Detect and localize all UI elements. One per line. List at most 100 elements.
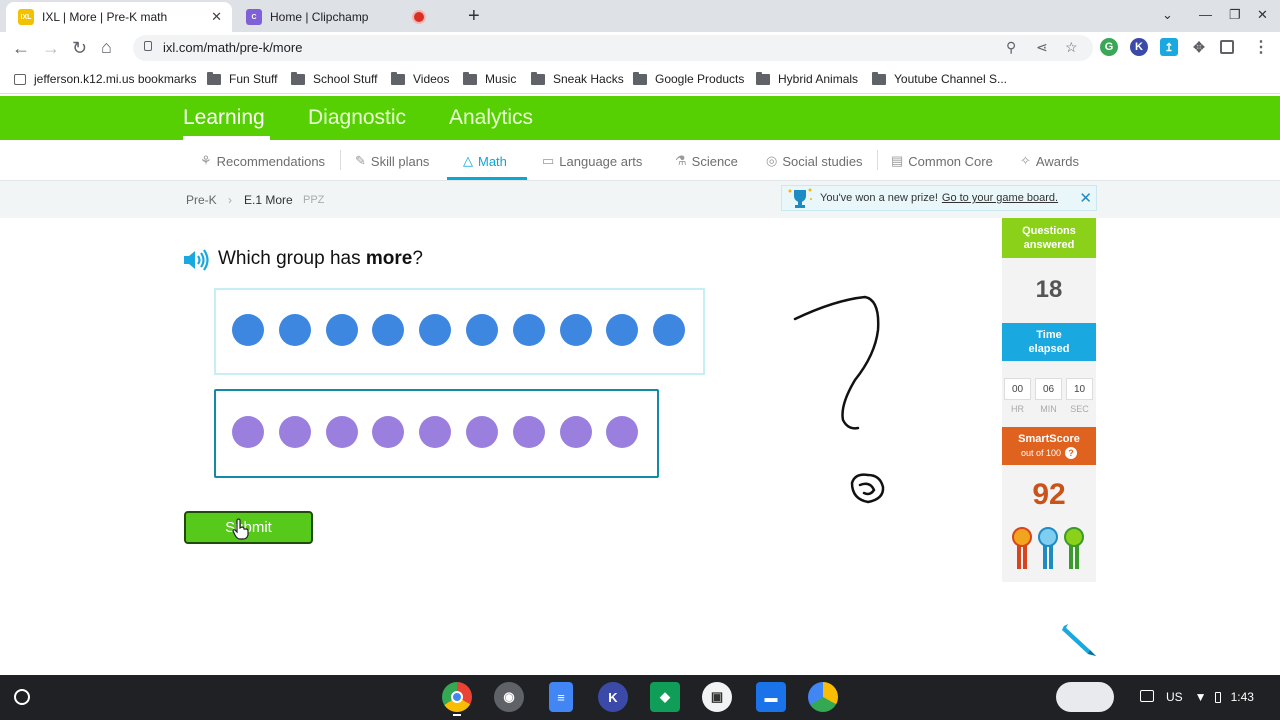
book-icon: ▭: [542, 153, 555, 168]
status-tray[interactable]: US ▼ 1:43: [1166, 683, 1254, 711]
pencil-icon[interactable]: [1058, 620, 1100, 660]
counting-dot: [512, 416, 545, 448]
nav-learning[interactable]: Learning: [183, 106, 265, 130]
tab-clipchamp[interactable]: C Home | Clipchamp: [234, 2, 454, 32]
location-icon[interactable]: ⚲: [1006, 39, 1016, 56]
subnav-awards[interactable]: ✧ Awards: [1020, 153, 1079, 169]
extensions-puzzle-icon[interactable]: ✥: [1190, 38, 1208, 56]
bookmark-label: Hybrid Animals: [778, 72, 859, 86]
close-window-button[interactable]: ✕: [1257, 7, 1268, 23]
answer-group-blue[interactable]: [214, 288, 705, 375]
questions-answered-value: 18: [1035, 276, 1063, 303]
counting-dot: [559, 314, 592, 346]
bookmark-music[interactable]: Music: [463, 71, 516, 86]
bookmark-fun-stuff[interactable]: Fun Stuff: [207, 71, 277, 86]
divider: [340, 150, 341, 170]
holding-space-tray[interactable]: [1056, 682, 1114, 712]
hand-cursor-icon: [232, 518, 249, 540]
bookmark-sneak-hacks[interactable]: Sneak Hacks: [531, 71, 624, 86]
bookmarks-grid-icon: [14, 73, 26, 85]
nav-analytics[interactable]: Analytics: [449, 106, 533, 130]
extension-blue-icon[interactable]: ↥: [1160, 38, 1178, 56]
subnav-math[interactable]: △ Math: [463, 153, 507, 169]
question-emphasis: more: [365, 248, 413, 269]
restore-button[interactable]: ❐: [1229, 7, 1241, 23]
tab-search-icon[interactable]: ⌄: [1162, 7, 1173, 23]
folder-icon: [207, 71, 221, 85]
clipchamp-favicon-icon: C: [246, 9, 262, 25]
clipboard-icon[interactable]: [1140, 690, 1154, 702]
bookmark-hybrid-animals[interactable]: Hybrid Animals: [756, 71, 859, 86]
recording-indicator-icon: [414, 12, 424, 22]
tab-ixl[interactable]: IXL IXL | More | Pre-K math ✕: [6, 2, 232, 32]
photos-app-icon[interactable]: ▣: [702, 682, 732, 712]
subnav-recommendations[interactable]: ⚘ Recommendations: [200, 153, 325, 169]
answer-group-purple[interactable]: [214, 389, 659, 478]
trophy-icon: [788, 188, 812, 208]
chrome-app-icon[interactable]: [442, 682, 472, 712]
seconds-label: SEC: [1070, 404, 1089, 414]
subnav-label: Language arts: [559, 153, 643, 169]
game-board-link[interactable]: Go to your game board.: [942, 192, 1058, 204]
reload-button[interactable]: ↻: [72, 38, 87, 58]
green-ribbon: [1064, 527, 1084, 569]
launcher-icon[interactable]: [14, 689, 30, 705]
folder-icon: [463, 71, 477, 85]
smartscore-subtitle: out of 100?: [1020, 446, 1078, 460]
subnav-label: Science: [691, 153, 738, 169]
nav-diagnostic[interactable]: Diagnostic: [308, 106, 406, 130]
close-tab-icon[interactable]: ✕: [211, 9, 222, 25]
kami-extension-icon[interactable]: K: [1130, 38, 1148, 56]
clock: 1:43: [1230, 690, 1254, 704]
menu-icon[interactable]: ⋮: [1252, 38, 1270, 56]
share-icon[interactable]: ⋖: [1036, 39, 1048, 56]
new-tab-button[interactable]: +: [468, 6, 480, 26]
subnav-social-studies[interactable]: ◎ Social studies: [766, 153, 863, 169]
question-suffix: ?: [412, 248, 423, 269]
bookmark-videos[interactable]: Videos: [391, 71, 450, 86]
tab-title: IXL | More | Pre-K math: [42, 10, 168, 24]
counting-dot: [512, 314, 545, 346]
minimize-button[interactable]: —: [1199, 7, 1212, 22]
bookmark-label: School Stuff: [313, 72, 378, 86]
bookmark-label: Videos: [413, 72, 450, 86]
kami-app-icon[interactable]: K: [598, 682, 628, 712]
counting-dot: [653, 314, 686, 346]
drive-app-icon[interactable]: [808, 682, 838, 712]
subnav-science[interactable]: ⚗ Science: [675, 153, 738, 169]
camera-app-icon[interactable]: ◉: [494, 682, 524, 712]
files-app-icon[interactable]: ▬: [756, 682, 786, 712]
counting-dot: [278, 314, 311, 346]
classroom-app-icon[interactable]: ◆: [650, 682, 680, 712]
questions-answered-header: Questions answered: [1002, 218, 1096, 258]
help-icon[interactable]: ?: [1065, 447, 1078, 459]
folder-icon: [633, 71, 647, 85]
subnav-language-arts[interactable]: ▭ Language arts: [542, 153, 642, 169]
speaker-icon[interactable]: [183, 249, 211, 271]
tab-title: Home | Clipchamp: [270, 10, 369, 24]
time-hours: 00: [1004, 378, 1031, 400]
counting-dot: [325, 314, 358, 346]
bookmark-star-icon[interactable]: ☆: [1065, 39, 1078, 56]
side-panel-icon[interactable]: [1220, 40, 1234, 54]
time-elapsed-header: Time elapsed: [1002, 323, 1096, 361]
folder-icon: [756, 71, 770, 85]
counting-dot: [278, 416, 311, 448]
extension-green-icon[interactable]: G: [1100, 38, 1118, 56]
close-icon[interactable]: ✕: [1079, 189, 1092, 207]
bookmark-jefferson[interactable]: jefferson.k12.mi.us bookmarks: [14, 72, 197, 86]
home-button[interactable]: ⌂: [101, 37, 112, 57]
back-button[interactable]: ←: [12, 38, 30, 58]
bookmark-label: jefferson.k12.mi.us bookmarks: [34, 72, 197, 86]
bookmark-youtube-channel[interactable]: Youtube Channel S...: [872, 71, 1007, 86]
address-bar[interactable]: ixl.com/math/pre-k/more ⚲ ⋖ ☆: [133, 35, 1093, 61]
docs-app-icon[interactable]: ≡: [549, 682, 573, 712]
counting-dot: [325, 416, 358, 448]
subnav-skill-plans[interactable]: ✎ Skill plans: [355, 153, 429, 169]
forward-button[interactable]: →: [42, 38, 60, 58]
bookmark-google-products[interactable]: Google Products: [633, 71, 744, 86]
breadcrumb-grade[interactable]: Pre-K: [186, 193, 217, 207]
subnav-common-core[interactable]: ▤ Common Core: [891, 153, 993, 169]
smartscore-sub-label: out of 100: [1020, 448, 1062, 458]
bookmark-school-stuff[interactable]: School Stuff: [291, 71, 378, 86]
